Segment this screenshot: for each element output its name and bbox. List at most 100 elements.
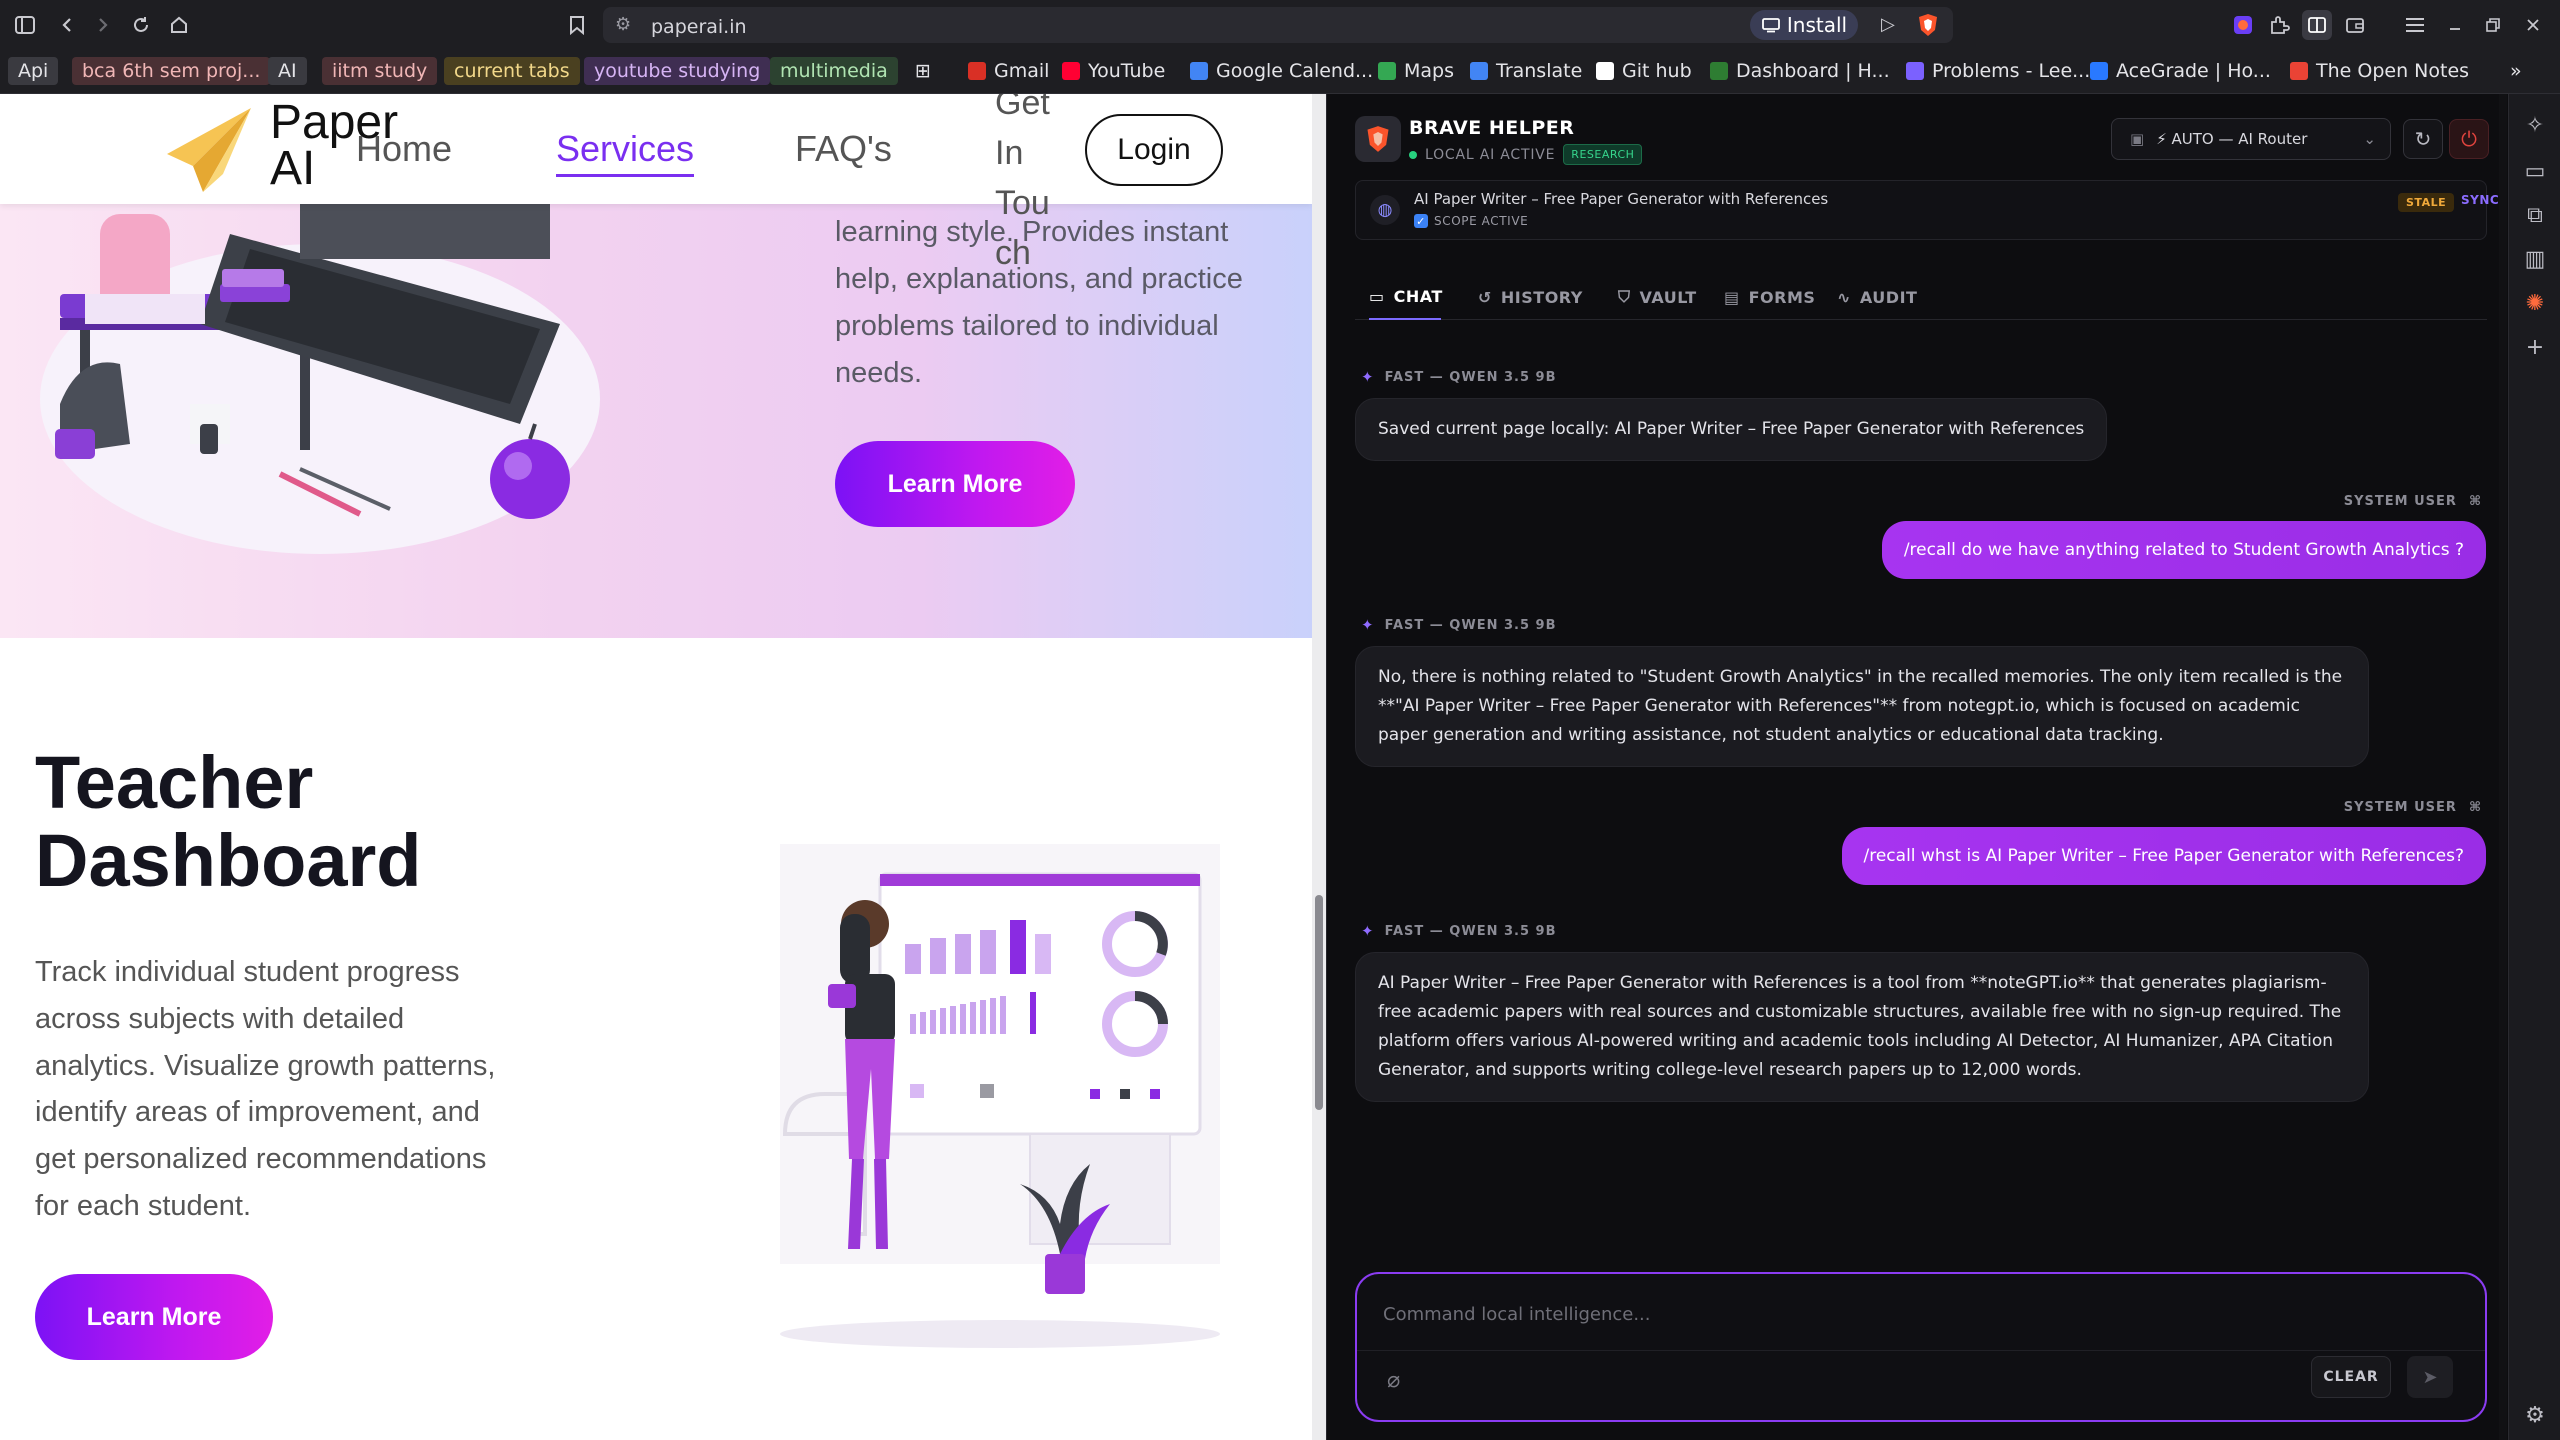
bookmark-label: iitm study <box>332 60 428 82</box>
command-icon: ⌘ <box>2468 800 2482 815</box>
model-label: FAST — QWEN 3.5 9B <box>1384 369 1557 385</box>
send-icon[interactable]: ➤ <box>2407 1356 2453 1398</box>
bookmarks-icon[interactable]: ⧉ <box>2522 202 2548 228</box>
paperclip-icon[interactable]: ⌀ <box>1387 1368 1400 1393</box>
more-bookmarks-icon[interactable]: » <box>2500 57 2532 85</box>
tab-vault-label: VAULT <box>1639 287 1697 307</box>
bookmark-item[interactable]: Dashboard | H... <box>1700 57 1900 85</box>
tab-audit[interactable]: ∿ AUDIT <box>1837 274 1917 320</box>
bookmark-item[interactable]: YouTube <box>1052 57 1175 85</box>
nav-home[interactable]: Home <box>356 128 452 170</box>
sidebar-panel-icon[interactable] <box>2302 10 2332 40</box>
address-bar[interactable]: ⚙ paperai.in Install ▷ <box>603 7 1953 43</box>
favicon-icon <box>2090 62 2108 80</box>
extensions-icon[interactable] <box>2264 10 2294 40</box>
power-button[interactable]: ⏻ <box>2449 119 2489 159</box>
login-button[interactable]: Login <box>1085 114 1223 186</box>
page-scrollbar-track[interactable] <box>1312 94 1326 1440</box>
bookmark-item[interactable]: Problems - Lee... <box>1896 57 2100 85</box>
paper-plane-logo-icon[interactable] <box>163 104 255 194</box>
reading-list-icon[interactable]: ▥ <box>2522 246 2548 272</box>
tab-audit-label: AUDIT <box>1859 287 1918 307</box>
learn-more-button-2[interactable]: Learn More <box>35 1274 273 1360</box>
cpu-icon: ▣ <box>2130 130 2145 148</box>
home-icon[interactable] <box>164 10 194 40</box>
bookmark-label: YouTube <box>1088 60 1166 82</box>
browser-side-rail: ✧ ▭ ⧉ ▥ ✺ + ⚙ <box>2508 94 2560 1440</box>
bookmark-label: youtube studying <box>594 60 761 82</box>
apps-grid-icon[interactable]: ⊞ <box>905 57 941 85</box>
url-text[interactable]: paperai.in <box>651 16 747 38</box>
bookmark-item[interactable]: current tabs <box>444 57 580 85</box>
sync-button[interactable]: SYNC <box>2461 193 2499 207</box>
checkbox-checked-icon[interactable]: ✓ <box>1414 214 1428 228</box>
bookmark-label: AceGrade | Ho... <box>2116 60 2271 82</box>
model-label: FAST — QWEN 3.5 9B <box>1384 923 1557 939</box>
brave-rewards-icon[interactable] <box>2228 10 2258 40</box>
brave-helper-logo-icon <box>1355 116 1401 162</box>
brave-shield-icon[interactable] <box>1917 13 1939 42</box>
brave-helper-rail-icon[interactable]: ✺ <box>2522 290 2548 316</box>
leo-play-icon[interactable]: ▷ <box>1881 14 1895 35</box>
bookmark-icon[interactable] <box>562 10 592 40</box>
ai-router-select[interactable]: ▣ ⚡ AUTO — AI Router ⌄ <box>2111 118 2391 160</box>
wallet-icon[interactable] <box>2340 10 2370 40</box>
bookmark-item[interactable]: AI <box>268 57 307 85</box>
bookmark-item[interactable]: youtube studying <box>584 57 771 85</box>
restore-icon[interactable] <box>2478 10 2508 40</box>
add-icon[interactable]: + <box>2522 334 2548 360</box>
user-label-text: SYSTEM USER <box>2343 800 2457 815</box>
bookmark-item[interactable]: Gmail <box>958 57 1059 85</box>
nav-services[interactable]: Services <box>556 128 695 177</box>
menu-icon[interactable] <box>2400 10 2430 40</box>
bookmark-item[interactable]: multimedia <box>770 57 898 85</box>
panel-scrollbar[interactable] <box>2499 94 2507 1440</box>
tab-vault[interactable]: ⛉ VAULT <box>1618 274 1697 320</box>
tab-history[interactable]: ↺ HISTORY <box>1478 274 1583 320</box>
bookmark-item[interactable]: iitm study <box>322 57 438 85</box>
ai-message-label: ✦ FAST — QWEN 3.5 9B <box>1361 368 1557 386</box>
bookmark-label: bca 6th sem proj... <box>82 60 261 82</box>
minimize-icon[interactable] <box>2440 10 2470 40</box>
install-button[interactable]: Install <box>1750 10 1858 40</box>
sparkle-icon: ✦ <box>1361 368 1375 386</box>
page-scrollbar-thumb[interactable] <box>1315 895 1323 1110</box>
teacher-dashboard-illustration <box>780 844 1220 1348</box>
bookmark-item[interactable]: Api <box>8 57 59 85</box>
learn-more-button-1[interactable]: Learn More <box>835 441 1075 527</box>
close-window-icon[interactable] <box>2518 10 2548 40</box>
nav-get-in-touch[interactable]: Get In Touch <box>995 94 1055 278</box>
forward-icon[interactable] <box>88 10 118 40</box>
install-label: Install <box>1786 13 1848 37</box>
site-settings-icon[interactable]: ⚙ <box>615 14 631 35</box>
scope-status-label: SCOPE ACTIVE <box>1434 214 1529 228</box>
bookmark-item[interactable]: AceGrade | Ho... <box>2080 57 2281 85</box>
tab-chat[interactable]: ▭ CHAT <box>1369 274 1443 320</box>
clear-button[interactable]: CLEAR <box>2311 1356 2391 1398</box>
favicon-icon <box>968 62 986 80</box>
sparkle-icon: ✦ <box>1361 616 1375 634</box>
bookmark-item[interactable]: Translate <box>1460 57 1592 85</box>
site-navbar: Paper AI Home Services FAQ's Get In Touc… <box>0 94 1312 272</box>
bookmark-item[interactable]: Maps <box>1368 57 1464 85</box>
bookmark-item[interactable]: bca 6th sem proj... <box>72 57 271 85</box>
tab-chat-label: CHAT <box>1393 286 1443 306</box>
scope-active-toggle[interactable]: ✓ SCOPE ACTIVE <box>1414 214 1528 228</box>
bookmark-label: Gmail <box>994 60 1050 82</box>
bookmark-item[interactable]: Google Calend... <box>1180 57 1383 85</box>
refresh-button[interactable]: ↻ <box>2403 119 2443 159</box>
teacher-dashboard-title: Teacher Dashboard <box>35 744 422 900</box>
back-icon[interactable] <box>52 10 82 40</box>
leo-ai-icon[interactable]: ✧ <box>2522 112 2548 138</box>
command-input[interactable] <box>1383 1300 2443 1328</box>
settings-gear-icon[interactable]: ⚙ <box>2522 1402 2548 1428</box>
power-icon: ⏻ <box>2461 127 2477 151</box>
nav-faqs[interactable]: FAQ's <box>795 128 892 170</box>
reload-icon[interactable] <box>126 10 156 40</box>
bookmark-item[interactable]: The Open Notes <box>2280 57 2479 85</box>
tab-forms[interactable]: ▤ FORMS <box>1724 274 1815 320</box>
media-icon[interactable]: ▭ <box>2522 158 2548 184</box>
refresh-icon: ↻ <box>2414 127 2432 151</box>
sidebar-toggle-icon[interactable] <box>10 10 40 40</box>
bookmark-item[interactable]: Git hub <box>1586 57 1702 85</box>
